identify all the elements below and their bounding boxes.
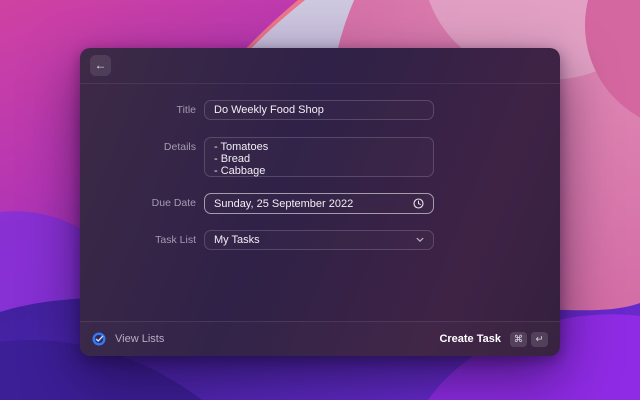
tasks-app-icon [92, 332, 106, 346]
title-row: Title Do Weekly Food Shop [80, 100, 560, 120]
details-textarea[interactable]: - Tomatoes - Bread - Cabbage [204, 137, 434, 177]
shortcut-keys: ⌘ ↵ [510, 331, 548, 347]
view-lists-button[interactable]: View Lists [115, 333, 164, 345]
back-arrow-icon: ← [94, 58, 107, 72]
title-value: Do Weekly Food Shop [214, 104, 324, 116]
task-list-row: Task List My Tasks [80, 230, 560, 250]
title-input[interactable]: Do Weekly Food Shop [204, 100, 434, 120]
task-list-dropdown[interactable]: My Tasks [204, 230, 434, 250]
return-key-icon: ↵ [531, 331, 548, 347]
details-label: Details [163, 141, 196, 153]
task-list-label: Task List [155, 234, 196, 246]
footer-actions: Create Task ⌘ ↵ [439, 331, 548, 347]
task-list-value: My Tasks [214, 234, 260, 246]
title-label: Title [176, 104, 196, 116]
window-header: ← [80, 48, 560, 84]
chevron-down-icon [416, 237, 424, 243]
window-footer: View Lists Create Task ⌘ ↵ [80, 321, 560, 356]
due-date-label: Due Date [151, 197, 196, 209]
back-button[interactable]: ← [90, 55, 111, 76]
due-date-value: Sunday, 25 September 2022 [214, 197, 354, 210]
create-task-window: ← Title Do Weekly Food Shop Details - To… [80, 48, 560, 356]
create-task-button[interactable]: Create Task [439, 333, 501, 345]
task-form: Title Do Weekly Food Shop Details - Toma… [80, 84, 560, 250]
command-key-icon: ⌘ [510, 331, 527, 347]
details-row: Details - Tomatoes - Bread - Cabbage [80, 137, 560, 177]
due-date-input[interactable]: Sunday, 25 September 2022 [204, 193, 434, 214]
due-date-row: Due Date Sunday, 25 September 2022 [80, 193, 560, 214]
clock-icon [413, 198, 424, 209]
